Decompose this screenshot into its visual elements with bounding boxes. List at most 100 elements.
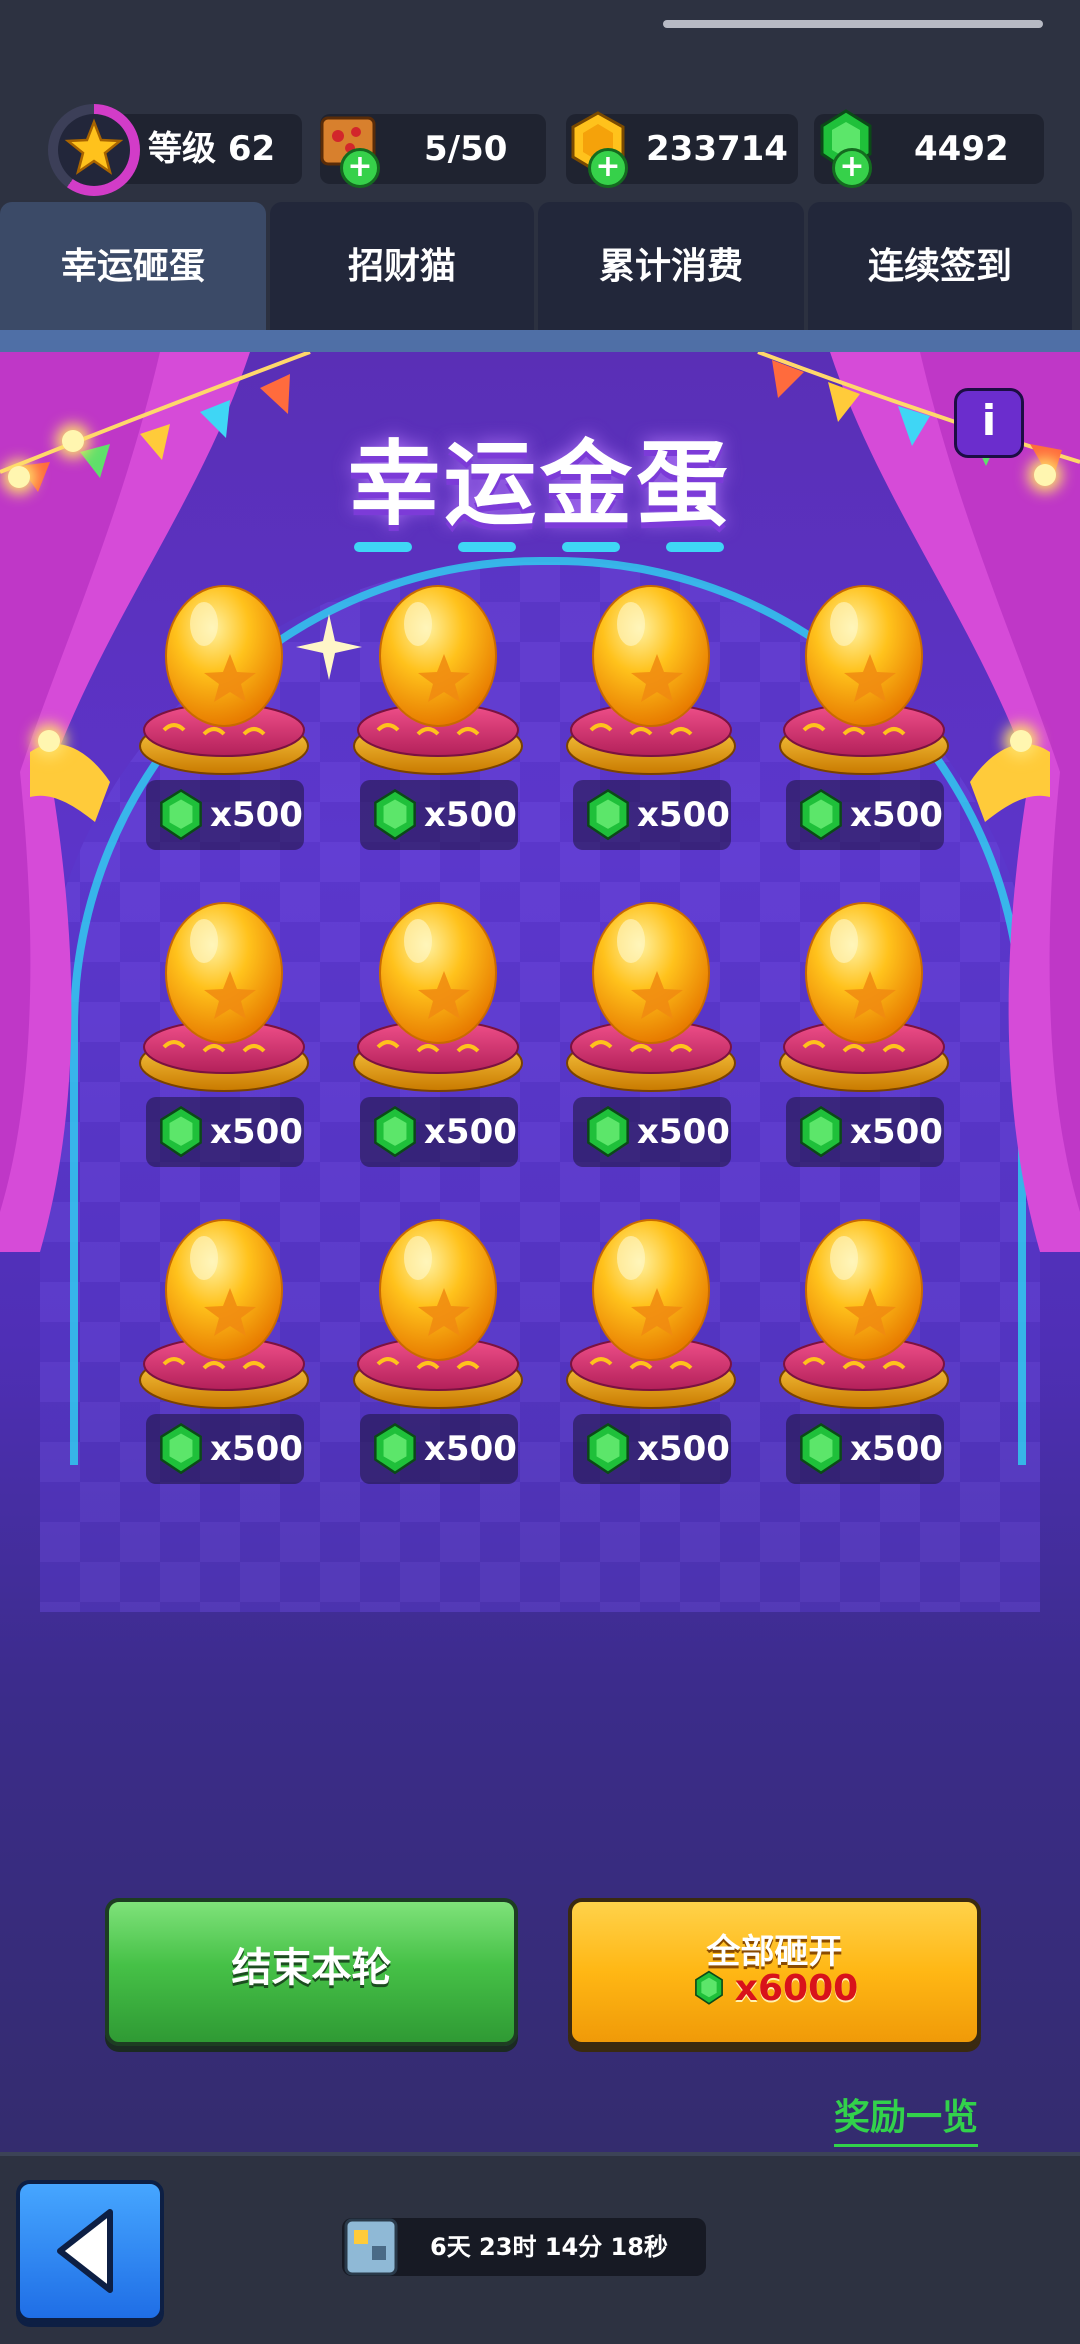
egg-price: x500 [850,1429,943,1469]
back-button[interactable] [16,2180,164,2322]
gem-icon [160,1423,202,1475]
gem-icon [800,1423,842,1475]
egg-slot[interactable]: x500 [134,584,314,864]
golden-egg-icon [566,1219,736,1409]
golden-egg-icon [566,902,736,1092]
egg-slot[interactable]: x500 [348,584,528,864]
egg-slot[interactable]: x500 [134,901,314,1181]
gem-icon [374,789,416,841]
smash-all-cost: x6000 [734,1968,859,2009]
egg-slot[interactable]: x500 [774,584,954,864]
smash-all-button[interactable]: 全部砸开 x6000 [568,1898,981,2046]
smash-all-cost-row: x6000 [572,1968,977,2009]
gem-icon [800,1106,842,1158]
egg-price: x500 [210,795,303,835]
tab-cumulative-spend[interactable]: 累计消费 [538,202,804,332]
title-dash [354,542,412,552]
egg-price-tag: x500 [573,780,731,850]
rewards-list-link[interactable]: 奖励一览 [834,2088,979,2147]
egg-price-tag: x500 [786,1414,944,1484]
gem-icon [160,1106,202,1158]
golden-egg-icon [353,1219,523,1409]
egg-price: x500 [210,1429,303,1469]
egg-price: x500 [424,1429,517,1469]
golden-egg-icon [566,585,736,775]
star-icon [64,118,124,175]
add-pizza-icon[interactable]: + [340,148,380,188]
egg-price: x500 [424,1112,517,1152]
tab-daily-checkin[interactable]: 连续签到 [808,202,1072,332]
golden-egg-icon [779,1219,949,1409]
egg-price-tag: x500 [360,1414,518,1484]
gem-icon [587,1423,629,1475]
golden-egg-icon [779,902,949,1092]
coin-resource[interactable]: + 233714 [566,111,798,188]
home-indicator [663,20,1043,28]
golden-egg-icon [779,585,949,775]
egg-slot[interactable]: x500 [561,901,741,1181]
egg-slot[interactable]: x500 [561,1218,741,1498]
level-label: 等级 62 [148,129,276,169]
egg-slot[interactable]: x500 [774,901,954,1181]
egg-price-tag: x500 [786,1097,944,1167]
event-title: 幸运金蛋 [347,431,732,538]
gem-icon [694,1970,723,2005]
gem-icon [160,789,202,841]
light-bulb [1010,730,1032,752]
gem-count: 4492 [914,129,1009,169]
tab-underline [0,330,1080,352]
smash-all-label: 全部砸开 [706,1932,843,1972]
pizza-resource[interactable]: + 5/50 [320,114,546,188]
egg-price: x500 [637,795,730,835]
calendar-icon [344,2218,398,2276]
add-coins-icon[interactable]: + [588,148,628,188]
egg-price-tag: x500 [573,1097,731,1167]
gem-icon [587,789,629,841]
egg-price: x500 [850,795,943,835]
golden-egg-icon [139,585,309,775]
tab-lucky-cat[interactable]: 招财猫 [270,202,534,332]
egg-price-tag: x500 [786,780,944,850]
timer-text: 6天 23时 14分 18秒 [430,2233,668,2261]
pizza-count: 5/50 [424,129,508,169]
title-dash [458,542,516,552]
egg-price: x500 [424,795,517,835]
title-dash [666,542,724,552]
end-round-button[interactable]: 结束本轮 [105,1898,518,2046]
egg-price-tag: x500 [573,1414,731,1484]
golden-egg-icon [139,1219,309,1409]
golden-egg-icon [353,585,523,775]
golden-egg-icon [139,902,309,1092]
egg-price-tag: x500 [146,1097,304,1167]
golden-egg-icon [353,902,523,1092]
egg-price: x500 [637,1429,730,1469]
egg-price-tag: x500 [360,1097,518,1167]
gem-icon [374,1106,416,1158]
egg-slot[interactable]: x500 [561,584,741,864]
light-bulb [38,730,60,752]
gem-resource[interactable]: + 4492 [814,109,1044,188]
egg-price: x500 [210,1112,303,1152]
info-button[interactable]: i [954,388,1024,458]
egg-stage: 幸运金蛋 i x500 x500 x500 x500 x500 x500 x50… [0,352,1080,2152]
egg-price-tag: x500 [146,1414,304,1484]
egg-slot[interactable]: x500 [348,1218,528,1498]
egg-price-tag: x500 [146,780,304,850]
event-timer: 6天 23时 14分 18秒 [342,2218,706,2276]
gem-icon [374,1423,416,1475]
level-progress-ring [48,104,140,196]
add-gems-icon[interactable]: + [832,148,872,188]
egg-slot[interactable]: x500 [348,901,528,1181]
back-arrow-icon [57,2209,113,2293]
tab-lucky-egg[interactable]: 幸运砸蛋 [0,202,266,332]
egg-slot[interactable]: x500 [774,1218,954,1498]
egg-price-tag: x500 [360,780,518,850]
egg-price: x500 [850,1112,943,1152]
title-dash [562,542,620,552]
egg-slot[interactable]: x500 [134,1218,314,1498]
event-tabs: 幸运砸蛋 招财猫 累计消费 连续签到 [0,202,1080,332]
gem-icon [587,1106,629,1158]
egg-price: x500 [637,1112,730,1152]
gem-icon [800,789,842,841]
top-status-bar: 等级 62 + 5/50 + 233714 + 4492 [0,0,1080,200]
